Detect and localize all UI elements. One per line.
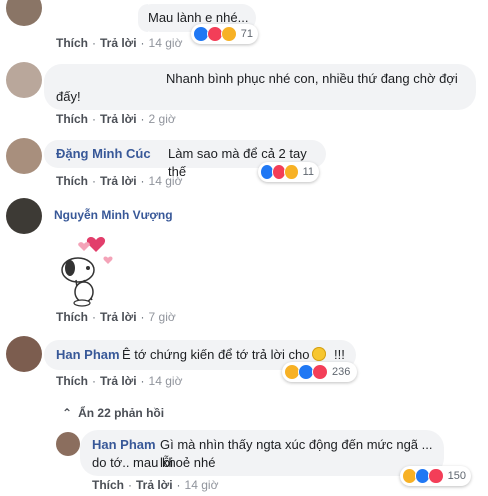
chevron-up-icon: ⌃ [62, 406, 73, 420]
timestamp[interactable]: 14 giờ [149, 374, 183, 388]
sad-icon [284, 164, 299, 180]
reaction-summary[interactable]: 71 [191, 24, 258, 44]
comment-text: Ê tớ chứng kiến để tớ trả lời cho [122, 347, 310, 362]
redacted-author-name [44, 64, 162, 84]
comment-actions: Thích · Trả lời · 14 giờ [56, 174, 183, 188]
avatar[interactable] [6, 198, 42, 234]
timestamp[interactable]: 14 giờ [149, 36, 183, 50]
haha-icon [220, 26, 237, 42]
reply-link[interactable]: Trả lời [100, 174, 137, 188]
reply-text-continued: do tớ.. mau khoẻ nhé [92, 455, 216, 470]
reply-actions: Thích · Trả lời · 14 giờ [92, 478, 219, 492]
comment-text-continued: đấy! [56, 89, 81, 104]
timestamp[interactable]: 2 giờ [149, 112, 176, 126]
smile-emoji-icon [312, 347, 326, 361]
reply-link[interactable]: Trả lời [100, 36, 137, 50]
reaction-count: 71 [240, 28, 254, 40]
reply-bubble: Han Pham Gì mà nhìn thấy ngta xúc động đ… [80, 430, 444, 476]
avatar[interactable] [6, 138, 42, 174]
avatar[interactable] [6, 336, 42, 372]
love-icon [428, 468, 444, 484]
avatar[interactable] [6, 62, 42, 98]
like-link[interactable]: Thích [56, 174, 88, 188]
hide-replies-label: Ẩn 22 phản hồi [78, 406, 165, 420]
reaction-summary[interactable]: 236 [282, 362, 357, 382]
reaction-summary[interactable]: 150 [400, 466, 471, 486]
like-link[interactable]: Thích [56, 36, 88, 50]
comment-text: Nhanh bình phục nhé con, nhiều thứ đang … [166, 71, 458, 86]
comment-actions: Thích · Trả lời · 2 giờ [56, 112, 176, 126]
timestamp[interactable]: 14 giờ [185, 478, 219, 492]
reply-link[interactable]: Trả lời [100, 374, 137, 388]
reply-author[interactable]: Han Pham [92, 436, 156, 454]
snoopy-hearts-sticker [48, 228, 128, 308]
reply-link[interactable]: Trả lời [136, 478, 173, 492]
reply-link[interactable]: Trả lời [100, 112, 137, 126]
comment-actions: Thích · Trả lời · 7 giờ [56, 310, 176, 324]
avatar[interactable] [56, 432, 80, 456]
comment-author[interactable]: Nguyễn Minh Vượng [54, 208, 173, 222]
hide-replies-link[interactable]: ⌃ Ẩn 22 phản hồi [62, 406, 164, 420]
comment-actions: Thích · Trả lời · 14 giờ [56, 36, 183, 50]
timestamp[interactable]: 7 giờ [149, 310, 176, 324]
like-link[interactable]: Thích [56, 112, 88, 126]
reaction-count: 236 [332, 366, 351, 378]
avatar[interactable] [6, 0, 42, 26]
redacted-author-name [138, 4, 148, 32]
timestamp[interactable]: 14 giờ [149, 174, 183, 188]
reply-link[interactable]: Trả lời [100, 310, 137, 324]
comment-bubble: Nhanh bình phục nhé con, nhiều thứ đang … [44, 64, 476, 110]
comment-author[interactable]: Han Pham [56, 346, 120, 364]
like-link[interactable]: Thích [56, 374, 88, 388]
comment-author[interactable]: Đặng Minh Cúc [56, 145, 151, 163]
reaction-count: 150 [447, 470, 467, 482]
reaction-summary[interactable]: 11 [258, 162, 319, 182]
like-link[interactable]: Thích [56, 310, 88, 324]
reaction-count: 11 [302, 166, 314, 178]
comment-actions: Thích · Trả lời · 14 giờ [56, 374, 183, 388]
like-link[interactable]: Thích [92, 478, 124, 492]
love-icon [312, 364, 328, 380]
